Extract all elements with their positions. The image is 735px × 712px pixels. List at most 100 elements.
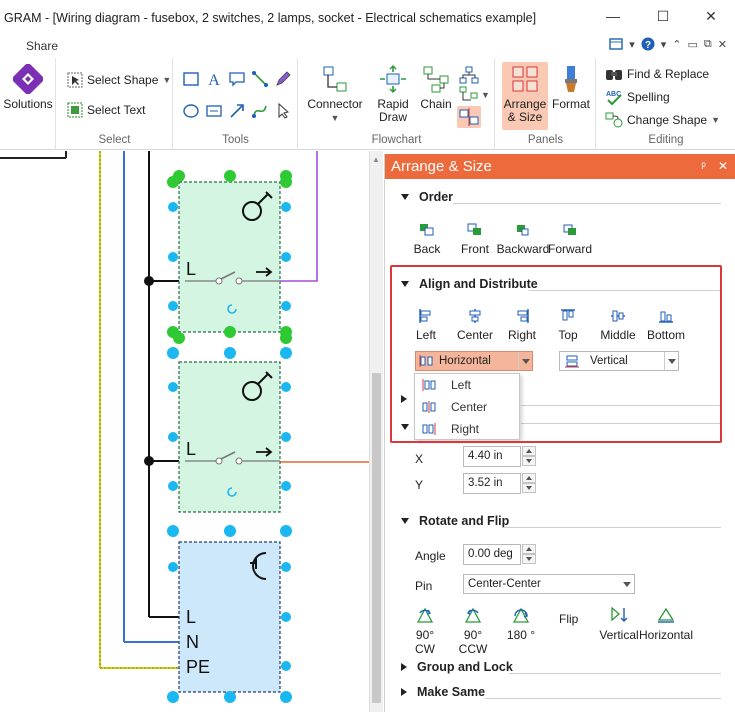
panel-close-icon[interactable]: ✕ [718, 159, 728, 173]
distribute-vertical-dropdown[interactable]: Vertical [559, 351, 679, 371]
menu-item-left[interactable]: Left [421, 375, 471, 395]
callout-tool-icon[interactable] [228, 70, 246, 88]
flip-horizontal-label: Horizontal [639, 628, 694, 642]
window-layout-icon[interactable] [609, 38, 623, 50]
rotate-90ccw-button[interactable]: 90° CCW [449, 606, 497, 656]
pointer-tool-icon[interactable] [274, 102, 292, 120]
tree-icon[interactable] [459, 66, 479, 84]
close-doc-icon[interactable]: ✕ [718, 38, 727, 51]
position-section-arrow[interactable] [401, 419, 409, 433]
select-shape-button[interactable]: Select Shape ▼ [67, 72, 171, 88]
chevron-down-icon[interactable]: ▾ [629, 38, 635, 51]
rectangle-tool-icon[interactable] [182, 70, 200, 88]
spin-up-icon[interactable] [522, 544, 536, 554]
chevron-down-icon[interactable]: ▼ [481, 90, 490, 100]
divider [521, 423, 721, 424]
rotate-180-button[interactable]: 180 ° [503, 606, 539, 642]
restore-doc-icon[interactable]: ⧉ [704, 38, 712, 51]
format-button[interactable]: Format [550, 64, 592, 111]
curve-tool-icon[interactable] [251, 102, 269, 120]
collapsed-section-arrow[interactable] [401, 392, 407, 406]
align-center-button[interactable]: Center [455, 308, 495, 342]
align-right-icon [422, 423, 436, 435]
ellipse-tool-icon[interactable] [182, 102, 200, 120]
flip-horizontal-button[interactable]: Horizontal [639, 606, 693, 642]
close-button[interactable]: ✕ [688, 5, 734, 29]
align-middle-button[interactable]: Middle [597, 308, 639, 342]
arrange-size-button[interactable]: Arrange & Size [502, 62, 548, 130]
y-input[interactable]: 3.52 in [463, 473, 521, 494]
rotate-cw-icon [416, 607, 434, 623]
select-group: Select Shape ▼ Select Text Select [57, 58, 173, 150]
front-button[interactable]: Front [453, 222, 497, 256]
align-shapes-icon [459, 108, 479, 126]
minimize-button[interactable]: — [590, 5, 636, 29]
align-heading: Align and Distribute [419, 277, 538, 291]
angle-input[interactable]: 0.00 deg [463, 544, 521, 565]
make-same-section-header[interactable]: Make Same [401, 685, 485, 699]
align-shapes-button[interactable] [457, 106, 481, 128]
arrow-tool-icon[interactable] [228, 102, 246, 120]
forward-button[interactable]: Forward [547, 222, 593, 256]
switch-shape-1[interactable] [178, 181, 281, 333]
scroll-up-icon[interactable]: ▲ [372, 155, 380, 164]
select-text-button[interactable]: Select Text [67, 102, 145, 118]
switch1-pin [235, 277, 243, 285]
help-icon[interactable]: ? [641, 37, 655, 51]
align-left-button[interactable]: Left [411, 308, 441, 342]
group-lock-section-header[interactable]: Group and Lock [401, 660, 513, 674]
rotate-section-header[interactable]: Rotate and Flip [401, 514, 509, 528]
angle-label: Angle [415, 549, 446, 563]
chain-button[interactable]: Chain [417, 64, 455, 111]
minimize-doc-icon[interactable]: ▭ [688, 38, 698, 51]
tree-layout-icon[interactable] [459, 86, 479, 104]
find-replace-button[interactable]: Find & Replace [605, 66, 709, 82]
backward-button[interactable]: Backward [495, 222, 551, 256]
angle-spinner[interactable] [522, 544, 536, 565]
pin-dropdown[interactable]: Center-Center [463, 574, 635, 594]
align-top-button[interactable]: Top [553, 308, 583, 342]
spin-down-icon[interactable] [522, 456, 536, 466]
scrollbar-thumb[interactable] [372, 373, 381, 703]
spin-up-icon[interactable] [522, 473, 536, 483]
x-spinner[interactable] [522, 446, 536, 467]
menu-item-center[interactable]: Center [421, 397, 487, 417]
order-heading: Order [419, 190, 454, 204]
collapse-ribbon-icon[interactable]: ⌃ [672, 38, 681, 51]
y-spinner[interactable] [522, 473, 536, 494]
panels-group: Arrange & Size Format Panels [496, 58, 596, 150]
tab-share[interactable]: Share [26, 39, 58, 53]
textbox-tool-icon[interactable] [205, 102, 223, 120]
spin-down-icon[interactable] [522, 483, 536, 493]
spin-up-icon[interactable] [522, 446, 536, 456]
order-section-header[interactable]: Order [401, 190, 453, 204]
change-shape-button[interactable]: Change Shape ▼ [605, 112, 720, 128]
chevron-down-icon [664, 352, 678, 370]
align-section-header[interactable]: Align and Distribute [401, 277, 538, 291]
text-tool-icon[interactable]: A [205, 70, 223, 88]
solutions-button[interactable]: Solutions [2, 64, 54, 111]
spelling-button[interactable]: ABC Spelling [605, 89, 670, 105]
spin-down-icon[interactable] [522, 554, 536, 564]
divider [485, 698, 721, 699]
x-input[interactable]: 4.40 in [463, 446, 521, 467]
align-right-button[interactable]: Right [505, 308, 539, 342]
pen-tool-icon[interactable] [274, 70, 292, 88]
pin-icon[interactable]: ᵖ [701, 159, 706, 173]
distribute-horizontal-dropdown[interactable]: Horizontal [415, 351, 533, 371]
chevron-down-icon[interactable]: ▾ [661, 38, 667, 51]
rotate-90cw-button[interactable]: 90° CW [405, 606, 445, 656]
flip-vertical-button[interactable]: Vertical [597, 606, 641, 642]
maximize-button[interactable]: ☐ [640, 5, 686, 29]
align-middle-label: Middle [600, 328, 636, 342]
line-tool-icon[interactable] [251, 70, 269, 88]
menu-item-right[interactable]: Right [421, 419, 479, 439]
binoculars-icon [606, 70, 622, 80]
collapse-icon [401, 281, 409, 287]
canvas-vertical-scrollbar[interactable]: ▲ [369, 151, 383, 712]
back-button[interactable]: Back [407, 222, 447, 256]
connector-button[interactable]: Connector ▼ [303, 64, 367, 125]
rapid-draw-button[interactable]: Rapid Draw [371, 64, 415, 124]
align-bottom-button[interactable]: Bottom [645, 308, 687, 342]
drawing-canvas[interactable]: L L L N PE [0, 151, 369, 712]
